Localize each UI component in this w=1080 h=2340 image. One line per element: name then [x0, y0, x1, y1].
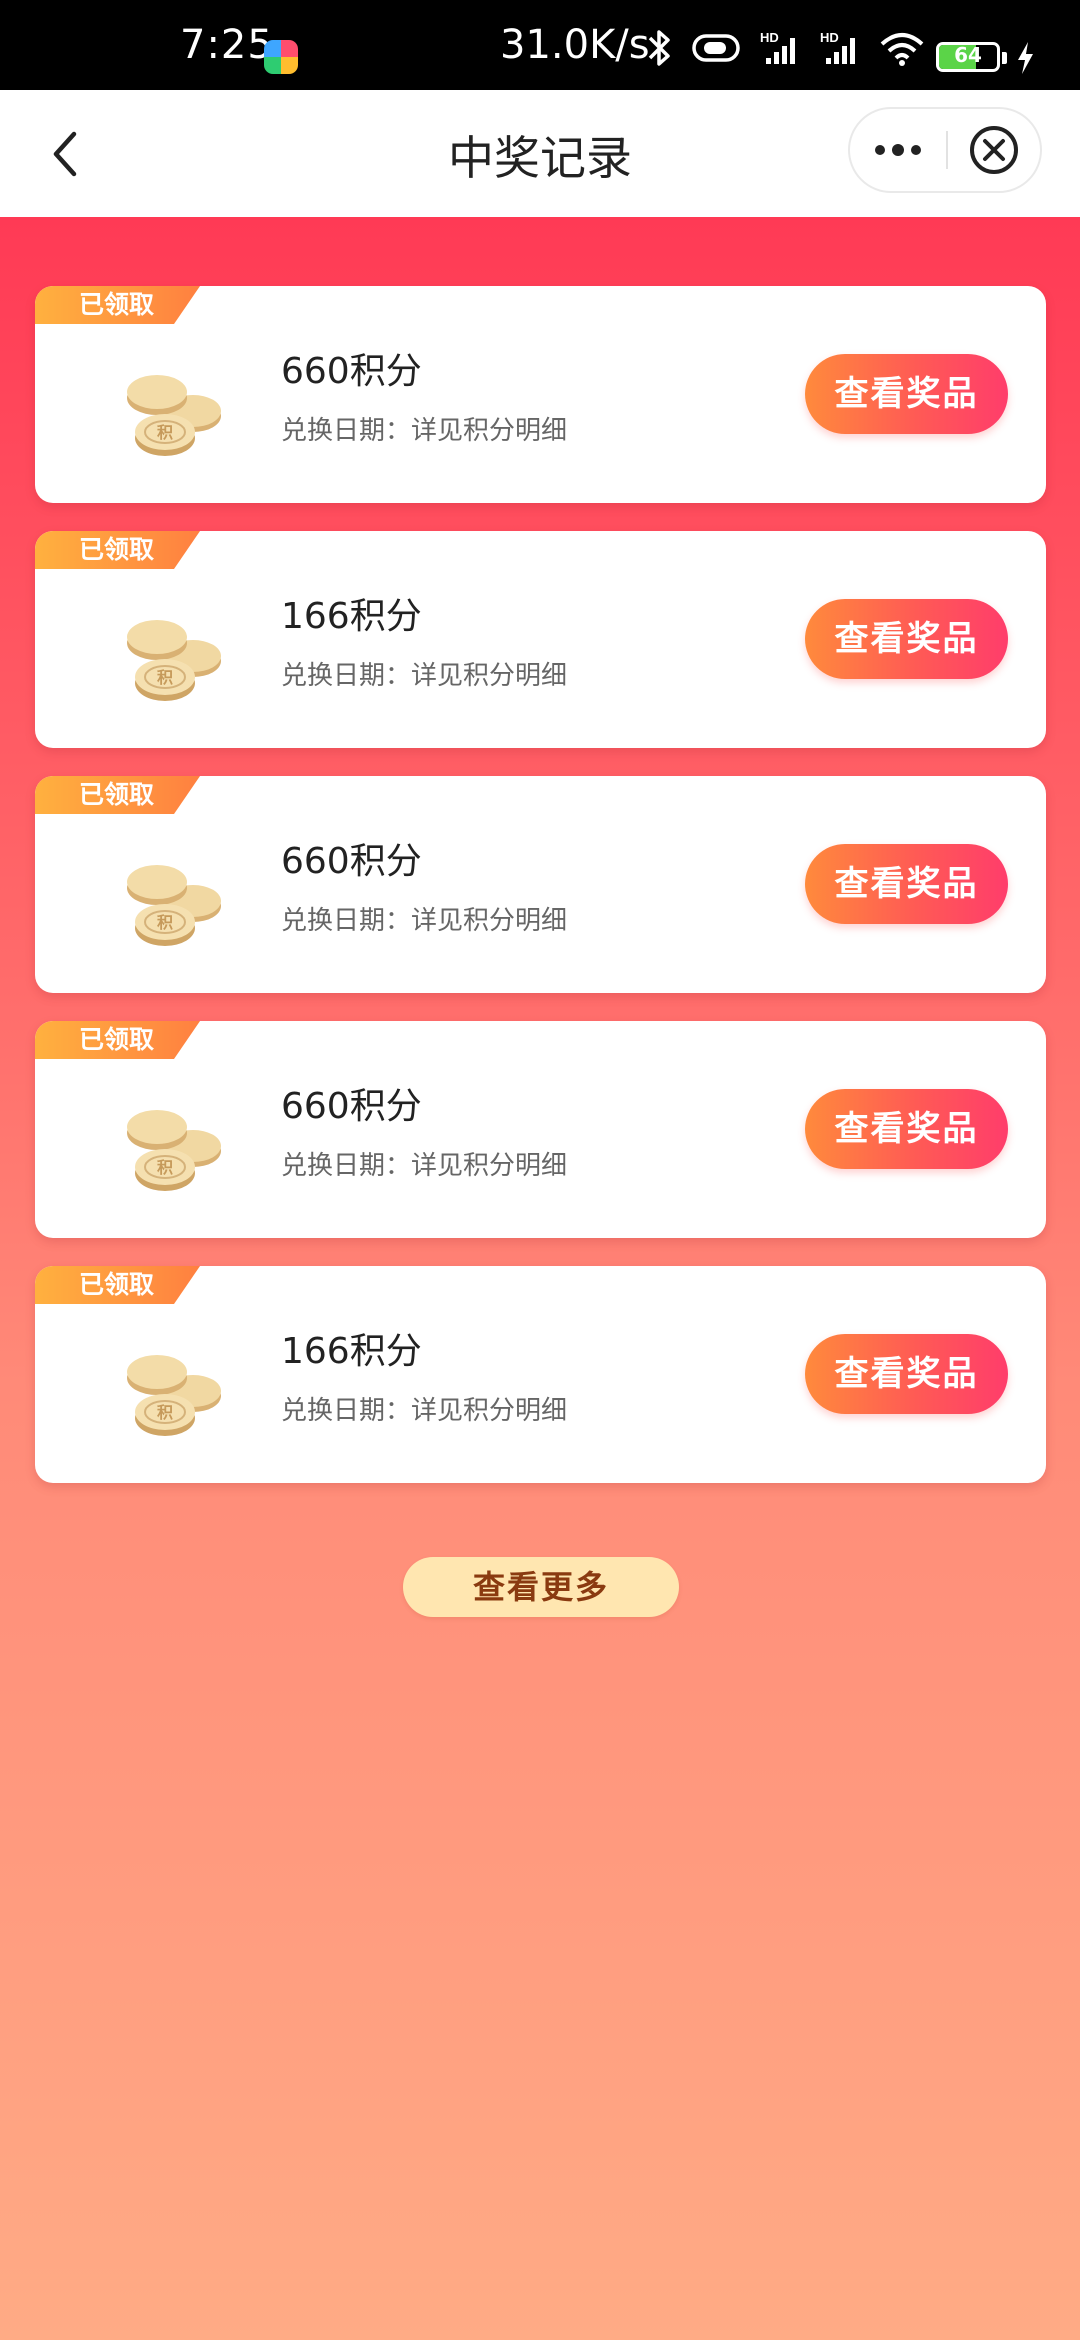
bluetooth-icon	[648, 30, 670, 66]
claimed-badge: 已领取	[35, 776, 200, 814]
prize-name: 660积分	[281, 351, 422, 392]
more-dots-icon	[875, 144, 921, 156]
charging-icon	[1018, 42, 1033, 74]
redeem-date: 兑换日期：详见积分明细	[281, 1151, 568, 1181]
prize-name: 660积分	[281, 841, 422, 882]
coins-icon: 积	[127, 620, 221, 701]
coins-icon: 积	[127, 375, 221, 456]
svg-text:HD: HD	[820, 30, 839, 45]
more-button[interactable]	[850, 109, 946, 191]
status-icons: HD HD	[642, 28, 926, 68]
mini-program-capsule	[848, 107, 1042, 193]
claimed-badge: 已领取	[35, 1266, 200, 1304]
app-notification-icon	[264, 40, 298, 74]
record-card: 已领取 积 660积分 兑换日期：详见积分明细 查看奖品	[35, 286, 1046, 503]
redeem-date: 兑换日期：详见积分明细	[281, 661, 568, 691]
claimed-badge: 已领取	[35, 531, 200, 569]
battery-level: 64	[954, 43, 982, 67]
coins-icon: 积	[127, 1110, 221, 1191]
coins-icon: 积	[127, 865, 221, 946]
record-card: 已领取 积 660积分 兑换日期：详见积分明细 查看奖品	[35, 1021, 1046, 1238]
redeem-date: 兑换日期：详见积分明细	[281, 906, 568, 936]
view-prize-button[interactable]: 查看奖品	[805, 1089, 1008, 1169]
coins-icon: 积	[127, 1355, 221, 1436]
view-prize-button[interactable]: 查看奖品	[805, 844, 1008, 924]
view-prize-button[interactable]: 查看奖品	[805, 1334, 1008, 1414]
close-button[interactable]	[948, 109, 1040, 191]
redeem-date: 兑换日期：详见积分明细	[281, 416, 568, 446]
vibrate-icon	[692, 34, 740, 62]
svg-text:HD: HD	[760, 30, 779, 45]
close-circle-icon	[970, 126, 1018, 174]
record-card: 已领取 积 166积分 兑换日期：详见积分明细 查看奖品	[35, 1266, 1046, 1483]
view-more-button[interactable]: 查看更多	[403, 1557, 679, 1617]
svg-text:积: 积	[157, 914, 173, 932]
claimed-badge: 已领取	[35, 286, 200, 324]
prize-name: 166积分	[281, 596, 422, 637]
network-speed: 31.0K/s	[500, 22, 650, 68]
redeem-date: 兑换日期：详见积分明细	[281, 1396, 568, 1426]
record-card: 已领取 积 166积分 兑换日期：详见积分明细 查看奖品	[35, 531, 1046, 748]
status-bar: 7:25 31.0K/s HD HD 64	[0, 0, 1080, 90]
record-card: 已领取 积 660积分 兑换日期：详见积分明细 查看奖品	[35, 776, 1046, 993]
claimed-badge: 已领取	[35, 1021, 200, 1059]
svg-text:积: 积	[157, 669, 173, 687]
signal-hd-icon-1: HD	[760, 30, 795, 64]
status-time: 7:25	[180, 22, 274, 68]
signal-hd-icon-2: HD	[820, 30, 855, 64]
svg-text:积: 积	[157, 1404, 173, 1422]
battery-icon: 64	[936, 42, 1000, 72]
view-prize-button[interactable]: 查看奖品	[805, 599, 1008, 679]
prize-name: 166积分	[281, 1331, 422, 1372]
battery-nub	[1002, 52, 1007, 64]
view-prize-button[interactable]: 查看奖品	[805, 354, 1008, 434]
svg-text:积: 积	[157, 1159, 173, 1177]
wifi-icon	[880, 33, 924, 66]
nav-bar: 中奖记录	[0, 90, 1080, 217]
records-page: 已领取 积 660积分 兑换日期：详见积分明细 查看奖品 已领取 积 166积分…	[0, 217, 1080, 2340]
svg-text:积: 积	[157, 424, 173, 442]
prize-name: 660积分	[281, 1086, 422, 1127]
